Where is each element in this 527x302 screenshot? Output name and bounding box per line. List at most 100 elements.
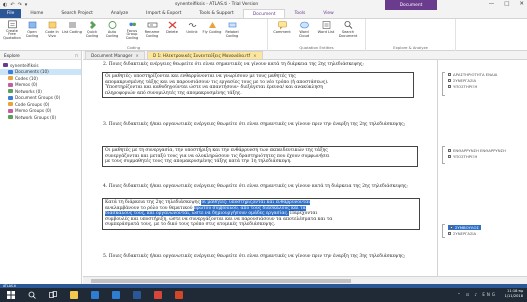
auto-coding-icon <box>108 21 116 29</box>
system-clock[interactable]: 11:18 πμ 1/11/2018 <box>505 289 523 299</box>
rename-icon <box>147 22 157 28</box>
tab-search-project[interactable]: Search Project <box>52 9 102 18</box>
quotation-bracket[interactable] <box>442 146 445 164</box>
memos-icon <box>8 82 13 87</box>
tab-document[interactable]: Document <box>242 9 286 18</box>
open-coding-icon <box>28 21 36 29</box>
tab-document-manager[interactable]: Document Manager × <box>85 51 145 59</box>
code-icon <box>448 155 451 158</box>
code-in-vivo-button[interactable]: Code In Vivo <box>42 20 62 41</box>
tab-home[interactable]: Home <box>21 9 52 18</box>
quotation-bracket[interactable] <box>442 224 445 238</box>
ribbon: Create Free Quotation Open Coding Code I… <box>0 19 527 51</box>
word-cloud-button[interactable]: Word Cloud <box>294 20 314 41</box>
comment-icon <box>277 21 287 30</box>
word-list-button[interactable]: Word List <box>316 20 336 41</box>
quick-coding-icon <box>89 21 96 29</box>
search-icon[interactable] <box>25 288 39 302</box>
networks-icon <box>8 89 13 94</box>
horizontal-scrollbar[interactable] <box>83 276 527 284</box>
ribbon-group-label: Coding <box>126 45 141 50</box>
app-logo-icon: ◐ <box>3 1 8 8</box>
codes-icon <box>8 76 13 81</box>
code-label[interactable]: ΣΥΝΕΡΓΑΣΙΑ <box>448 231 476 236</box>
tree-item-network-groups[interactable]: Network Groups (0) <box>0 114 81 121</box>
unlink-button[interactable]: Unlink <box>182 20 202 41</box>
task-view-icon[interactable] <box>46 288 60 302</box>
selected-text[interactable]: πρώτου συμβούλου, από τους διασκάλους κα… <box>193 205 306 211</box>
tab-file[interactable]: File <box>0 9 22 18</box>
code-label-selected[interactable]: ΣΥΜΒΟΥΛΟΣ <box>448 225 481 230</box>
close-button[interactable]: ✕ <box>519 1 524 7</box>
explorer-tree: synenteifiksis Documents (10) Codes (10)… <box>0 60 81 121</box>
code-groups-icon <box>8 102 13 107</box>
tab-tools[interactable]: Tools <box>285 9 314 18</box>
code-label[interactable]: ΔΡΑΣΤΗΡΙΟΤΗΤΑ ΕΝΔΙΑ <box>448 72 497 77</box>
code-icon <box>448 149 451 152</box>
question-5: 5. Ποιες διδακτικές ή/και οργανωτικές εν… <box>103 254 406 259</box>
create-free-quotation-button[interactable]: Create Free Quotation <box>2 20 22 41</box>
file-explorer-icon[interactable] <box>67 288 81 302</box>
fly-coding-icon <box>208 22 216 28</box>
quotation-bracket[interactable] <box>442 72 445 96</box>
mail-icon[interactable] <box>109 288 123 302</box>
atlas-ti-icon[interactable] <box>151 288 165 302</box>
question-2: 2. Ποιες διδακτικές ενέργειες θεωρείτε ό… <box>103 62 364 67</box>
ribbon-group-coding: Create Free Quotation Open Coding Code I… <box>0 19 268 51</box>
minimize-button[interactable]: — <box>489 1 495 7</box>
tab-analyze[interactable]: Analyze <box>102 9 137 18</box>
quick-access-toolbar: ◐ ↶ ↷ ▾ <box>0 1 28 8</box>
close-tab-icon[interactable]: × <box>253 53 257 58</box>
answer-2-quotation[interactable]: Οι μαθητές: υποστηρίζονται και ενθαρρύνο… <box>102 72 414 99</box>
word-cloud-icon <box>299 21 309 29</box>
fly-coding-button[interactable]: Fly Coding <box>202 20 222 41</box>
word-icon[interactable] <box>130 288 144 302</box>
question-4: 4. Ποιες διδακτικές ή/και οργανωτικές εν… <box>103 184 408 189</box>
project-explorer: Explore ⊓ synenteifiksis Documents (10) … <box>0 51 82 284</box>
selected-text[interactable]: διασκάλους τους, και οργανώνονται, ώστε … <box>105 211 289 217</box>
tab-tools-support[interactable]: Tools & Support <box>190 9 242 18</box>
list-icon <box>68 22 76 28</box>
focus-group-icon <box>128 22 136 27</box>
undo-icon[interactable]: ↶ <box>10 2 14 8</box>
open-coding-button[interactable]: Open Coding <box>22 20 42 41</box>
quotation-icon <box>7 20 17 29</box>
windows-start-icon[interactable] <box>4 288 18 302</box>
pin-icon[interactable]: ⊓ <box>75 53 78 58</box>
network-groups-icon <box>8 115 13 120</box>
code-label[interactable]: ΕΝΘΑΡΡΥΝΣΗ ΕΝΘΑΡΡΥΝΣΗ <box>448 148 506 153</box>
close-tab-icon[interactable]: × <box>135 53 139 58</box>
code-icon <box>450 226 453 229</box>
code-icon <box>448 232 451 235</box>
tab-open-document[interactable]: D 1: Ηλεκτρονικές Συνεντεύξεις Μανουάλα.… <box>146 51 263 59</box>
list-coding-button[interactable]: List Coding <box>62 20 82 41</box>
search-document-button[interactable]: Search Document <box>338 20 358 41</box>
project-icon <box>3 63 8 68</box>
answer-4-quotation[interactable]: Κατά τη διάρκεια της 2ης τηλεδιάσκεψης ο… <box>102 198 420 230</box>
code-label[interactable]: ΥΠΟΣΤΗΡΙΞΗ <box>448 154 477 159</box>
documents-icon <box>8 69 13 74</box>
relabel-coding-button[interactable]: Relabel Coding <box>222 20 242 41</box>
auto-coding-button[interactable]: Auto Coding <box>102 20 122 41</box>
maximize-button[interactable]: □ <box>504 1 509 7</box>
comment-button[interactable]: Comment <box>272 20 292 41</box>
tab-view[interactable]: View <box>314 9 342 18</box>
store-icon[interactable] <box>88 288 102 302</box>
system-tray-icons[interactable]: ⌃ ⊡ ♪ ENG <box>457 292 497 297</box>
unlink-icon <box>188 23 196 27</box>
customize-qat-icon[interactable]: ▾ <box>25 2 28 8</box>
answer-3-quotation[interactable]: Οι μαθητές με τη συνεργασία, την υποστήρ… <box>102 146 418 167</box>
redo-icon[interactable]: ↷ <box>18 2 22 8</box>
powerpoint-icon[interactable] <box>172 288 186 302</box>
code-label[interactable]: ΥΠΟΣΤΗΡΙΞΗ <box>448 84 477 89</box>
search-icon <box>344 21 352 29</box>
selected-text[interactable]: οι μαθητές: υποστηρίζονται και ενθαρρύνο… <box>201 200 311 205</box>
delete-button[interactable]: Delete <box>162 20 182 41</box>
scrollbar-thumb[interactable] <box>91 278 351 283</box>
focus-group-coding-button[interactable]: Focus Group Coding <box>122 20 142 41</box>
rename-coding-button[interactable]: Rename Coding <box>142 20 162 41</box>
quick-coding-button[interactable]: Quick Coding <box>82 20 102 41</box>
document-view[interactable]: 2. Ποιες διδακτικές ενέργειες θεωρείτε ό… <box>83 60 437 276</box>
code-label[interactable]: ΣΥΝΕΡΓΑΣΙΑ <box>448 78 476 83</box>
tab-import-export[interactable]: Import & Export <box>137 9 190 18</box>
